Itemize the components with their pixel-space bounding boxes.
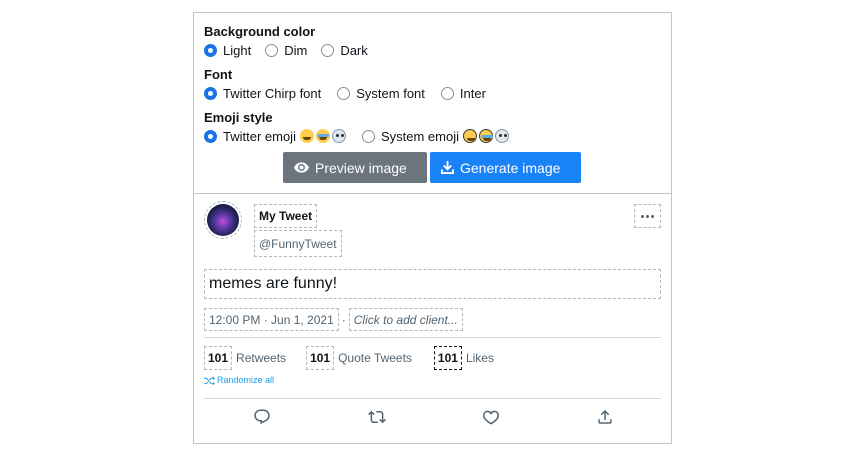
- retweets-count[interactable]: 101: [204, 346, 233, 370]
- font-setting: Font Twitter Chirp font System font Inte…: [204, 66, 661, 103]
- tweet-stats: 101 Retweets 101 Quote Tweets 101 Likes: [204, 346, 505, 370]
- font-option-inter-label: Inter: [459, 85, 486, 101]
- reply-icon[interactable]: [251, 406, 273, 428]
- retweet-icon[interactable]: [366, 406, 388, 428]
- action-buttons: Preview image Generate image: [283, 152, 581, 183]
- tweet-meta: 12:00 PM · Jun 1, 2021 · Click to add cl…: [204, 308, 463, 331]
- preview-image-button[interactable]: Preview image: [283, 152, 427, 183]
- radio-system-font[interactable]: [337, 86, 351, 100]
- radio-dark[interactable]: [321, 43, 335, 57]
- emoji-style-title: Emoji style: [204, 110, 273, 125]
- background-option-dim[interactable]: Dim: [265, 43, 307, 58]
- radio-chirp[interactable]: [204, 86, 217, 100]
- likes-label: Likes: [465, 351, 494, 365]
- settings-panel: Background color Light Dim Dark Font Twi…: [204, 23, 661, 152]
- tweet-client[interactable]: Click to add client...: [348, 308, 463, 331]
- radio-twitter-emoji[interactable]: [204, 129, 217, 143]
- background-option-light-label: Light: [223, 42, 252, 58]
- share-icon[interactable]: [594, 406, 616, 428]
- emoji-option-twitter[interactable]: Twitter emoji: [204, 129, 346, 144]
- background-color-title: Background color: [204, 24, 316, 39]
- preview-image-label: Preview image: [315, 159, 407, 176]
- quote-tweets-stat: 101 Quote Tweets: [306, 346, 412, 370]
- retweets-stat: 101 Retweets: [204, 346, 286, 370]
- background-option-dark-label: Dark: [340, 42, 368, 58]
- background-color-options: Light Dim Dark: [204, 40, 661, 60]
- randomize-all-label: Randomize all: [217, 375, 275, 385]
- emoji-option-twitter-label: Twitter emoji: [223, 128, 296, 144]
- tweet-handle[interactable]: @FunnyTweet: [254, 230, 342, 257]
- shuffle-icon: [204, 375, 215, 385]
- skull-emoji-system-icon: [495, 129, 509, 143]
- tweet-text[interactable]: memes are funny!: [204, 269, 661, 299]
- background-color-setting: Background color Light Dim Dark: [204, 23, 661, 60]
- randomize-all-link[interactable]: Randomize all: [204, 375, 274, 385]
- tweet-time[interactable]: 12:00 PM · Jun 1, 2021: [204, 308, 339, 331]
- actions-divider: [204, 398, 661, 399]
- radio-dim[interactable]: [265, 43, 279, 57]
- quote-tweets-count[interactable]: 101: [306, 346, 335, 370]
- more-icon[interactable]: [634, 204, 661, 228]
- quote-tweets-label: Quote Tweets: [338, 351, 412, 365]
- emoji-option-system[interactable]: System emoji: [361, 128, 509, 144]
- font-option-system-label: System font: [356, 85, 425, 101]
- emoji-option-system-label: System emoji: [380, 128, 459, 144]
- eye-icon: [294, 162, 309, 173]
- radio-inter[interactable]: [440, 86, 454, 100]
- background-option-dark[interactable]: Dark: [321, 42, 368, 58]
- download-icon: [441, 161, 454, 174]
- font-title: Font: [204, 67, 233, 82]
- generate-image-button[interactable]: Generate image: [430, 152, 581, 183]
- font-option-chirp-label: Twitter Chirp font: [223, 85, 322, 101]
- likes-count[interactable]: 101: [433, 346, 462, 370]
- font-options: Twitter Chirp font System font Inter: [204, 83, 661, 103]
- retweets-label: Retweets: [236, 351, 287, 365]
- tweet-generator-card: Background color Light Dim Dark Font Twi…: [193, 12, 672, 444]
- emoji-style-setting: Emoji style Twitter emoji System emoji: [204, 109, 661, 146]
- font-option-inter[interactable]: Inter: [440, 85, 486, 101]
- font-option-chirp[interactable]: Twitter Chirp font: [204, 86, 321, 101]
- likes-stat: 101 Likes: [433, 346, 494, 370]
- tweet-actions: [204, 406, 661, 428]
- avatar-upload[interactable]: [204, 201, 242, 239]
- laughing-emoji-system-icon: [463, 129, 477, 143]
- crying-emoji-system-icon: [479, 129, 493, 143]
- tweet-name[interactable]: My Tweet: [254, 204, 318, 228]
- generate-image-label: Generate image: [460, 159, 561, 176]
- laughing-emoji-icon: [299, 129, 314, 143]
- like-icon[interactable]: [480, 406, 502, 428]
- radio-system-emoji[interactable]: [361, 129, 375, 143]
- stats-divider-top: [204, 337, 661, 338]
- skull-emoji-icon: [331, 129, 346, 143]
- emoji-style-options: Twitter emoji System emoji: [204, 126, 661, 146]
- crying-emoji-icon: [315, 129, 330, 143]
- settings-divider: [194, 193, 671, 194]
- background-option-dim-label: Dim: [284, 42, 308, 58]
- font-option-system[interactable]: System font: [337, 86, 425, 101]
- radio-light[interactable]: [204, 43, 217, 57]
- background-option-light[interactable]: Light: [204, 43, 251, 58]
- avatar[interactable]: [207, 204, 239, 236]
- meta-separator: ·: [341, 312, 346, 327]
